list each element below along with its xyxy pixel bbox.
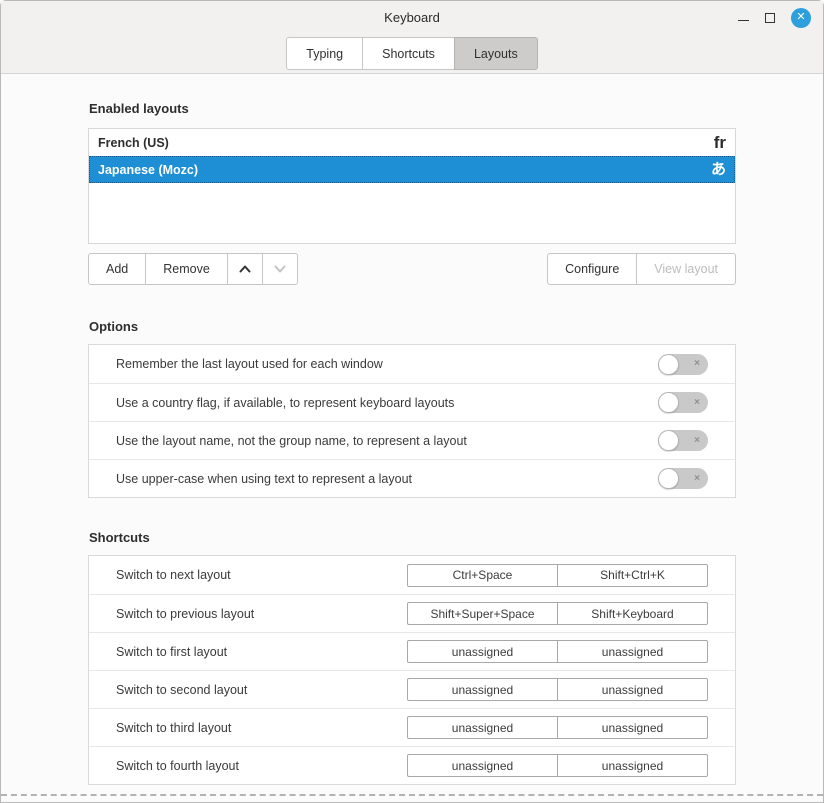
layout-row[interactable]: Japanese (Mozc) あ — [89, 156, 735, 183]
layout-edit-group: Add Remove — [88, 253, 298, 285]
shortcut-row: Switch to second layout unassignedunassig… — [89, 670, 735, 708]
toggle-off-x-icon: × — [694, 397, 700, 407]
keybinding-group: Shift+Super+SpaceShift+Keyboard — [407, 602, 708, 625]
keybinding-button[interactable]: unassigned — [557, 640, 708, 663]
keybinding-group: unassignedunassigned — [407, 640, 708, 663]
section-options: Options Remember the last layout used fo… — [88, 318, 736, 498]
move-up-button[interactable] — [227, 253, 263, 285]
keybinding-button[interactable]: unassigned — [407, 754, 558, 777]
layout-config-group: Configure View layout — [547, 253, 736, 285]
tab-group: TypingShortcutsLayouts — [286, 37, 537, 70]
toggle-off-x-icon: × — [694, 435, 700, 445]
option-row: Use upper-case when using text to repres… — [89, 459, 735, 497]
keybinding-group: unassignedunassigned — [407, 754, 708, 777]
shortcut-label: Switch to first layout — [116, 645, 227, 659]
shortcut-label: Switch to third layout — [116, 721, 231, 735]
close-icon: ✕ — [796, 12, 805, 23]
layout-badge: あ — [711, 162, 726, 177]
layout-name: French (US) — [98, 136, 169, 150]
options-heading: Options — [89, 318, 735, 335]
shortcut-label: Switch to fourth layout — [116, 759, 239, 773]
shortcut-label: Switch to previous layout — [116, 607, 254, 621]
option-row: Remember the last layout used for each w… — [89, 345, 735, 383]
tab-layouts[interactable]: Layouts — [454, 37, 538, 70]
tab-bar: TypingShortcutsLayouts — [1, 34, 823, 74]
tab-typing[interactable]: Typing — [286, 37, 363, 70]
toggle-knob — [658, 354, 679, 375]
add-button[interactable]: Add — [88, 253, 146, 285]
keybinding-button[interactable]: unassigned — [407, 716, 558, 739]
toggle-knob — [658, 430, 679, 451]
keybinding-button[interactable]: unassigned — [557, 716, 708, 739]
keybinding-button[interactable]: Shift+Super+Space — [407, 602, 558, 625]
minimize-button[interactable] — [738, 12, 749, 23]
shortcuts-card: Switch to next layout Ctrl+SpaceShift+Ctr… — [88, 555, 736, 785]
view-layout-button[interactable]: View layout — [636, 253, 736, 285]
maximize-button[interactable] — [765, 13, 775, 23]
keybinding-button[interactable]: unassigned — [407, 640, 558, 663]
remove-button[interactable]: Remove — [145, 253, 228, 285]
move-down-button[interactable] — [262, 253, 298, 285]
shortcut-label: Switch to second layout — [116, 683, 247, 697]
close-button[interactable]: ✕ — [791, 8, 811, 28]
keybinding-button[interactable]: unassigned — [557, 678, 708, 701]
bottom-resize-handle[interactable] — [1, 794, 823, 796]
keybinding-group: unassignedunassigned — [407, 716, 708, 739]
content: Enabled layouts French (US) fr Japanese (M… — [1, 100, 823, 785]
option-row: Use a country flag, if available, to rep… — [89, 383, 735, 421]
option-label: Remember the last layout used for each w… — [116, 357, 383, 371]
layout-list[interactable]: French (US) fr Japanese (Mozc) あ — [88, 128, 736, 244]
option-label: Use a country flag, if available, to rep… — [116, 396, 454, 410]
titlebar[interactable]: Keyboard ✕ — [1, 1, 823, 34]
toggle-switch[interactable]: × — [658, 468, 708, 489]
layout-name: Japanese (Mozc) — [98, 163, 198, 177]
section-enabled-layouts: Enabled layouts French (US) fr Japanese (M… — [88, 100, 736, 285]
shortcut-row: Switch to previous layout Shift+Super+Spa… — [89, 594, 735, 632]
chevron-up-icon — [238, 262, 252, 276]
shortcuts-heading: Shortcuts — [89, 529, 735, 546]
shortcut-row: Switch to first layout unassignedunassign… — [89, 632, 735, 670]
keybinding-button[interactable]: Shift+Keyboard — [557, 602, 708, 625]
shortcut-row: Switch to next layout Ctrl+SpaceShift+Ctr… — [89, 556, 735, 594]
toggle-knob — [658, 392, 679, 413]
layout-badge: fr — [714, 134, 726, 151]
chevron-down-icon — [273, 262, 287, 276]
section-shortcuts: Shortcuts Switch to next layout Ctrl+Spac… — [88, 529, 736, 785]
keybinding-button[interactable]: Shift+Ctrl+K — [557, 564, 708, 587]
tab-shortcuts[interactable]: Shortcuts — [362, 37, 455, 70]
shortcut-label: Switch to next layout — [116, 568, 231, 582]
enabled-layouts-heading: Enabled layouts — [89, 100, 735, 117]
keybinding-group: unassignedunassigned — [407, 678, 708, 701]
keybinding-group: Ctrl+SpaceShift+Ctrl+K — [407, 564, 708, 587]
toggle-off-x-icon: × — [694, 359, 700, 369]
option-label: Use the layout name, not the group name,… — [116, 434, 467, 448]
window: { "window": { "title": "Keyboard", "clos… — [0, 0, 824, 803]
toggle-switch[interactable]: × — [658, 392, 708, 413]
layout-list-actions: Add Remove Configure View layout — [88, 253, 736, 285]
options-card: Remember the last layout used for each w… — [88, 344, 736, 498]
keybinding-button[interactable]: unassigned — [557, 754, 708, 777]
shortcut-row: Switch to third layout unassignedunassign… — [89, 708, 735, 746]
layout-row[interactable]: French (US) fr — [89, 129, 735, 156]
configure-button[interactable]: Configure — [547, 253, 637, 285]
toggle-switch[interactable]: × — [658, 354, 708, 375]
shortcut-row: Switch to fourth layout unassignedunassig… — [89, 746, 735, 784]
keybinding-button[interactable]: Ctrl+Space — [407, 564, 558, 587]
option-row: Use the layout name, not the group name,… — [89, 421, 735, 459]
toggle-knob — [658, 468, 679, 489]
window-title: Keyboard — [1, 10, 823, 25]
toggle-switch[interactable]: × — [658, 430, 708, 451]
option-label: Use upper-case when using text to repres… — [116, 472, 412, 486]
toggle-off-x-icon: × — [694, 473, 700, 483]
window-controls: ✕ — [738, 8, 823, 28]
keybinding-button[interactable]: unassigned — [407, 678, 558, 701]
